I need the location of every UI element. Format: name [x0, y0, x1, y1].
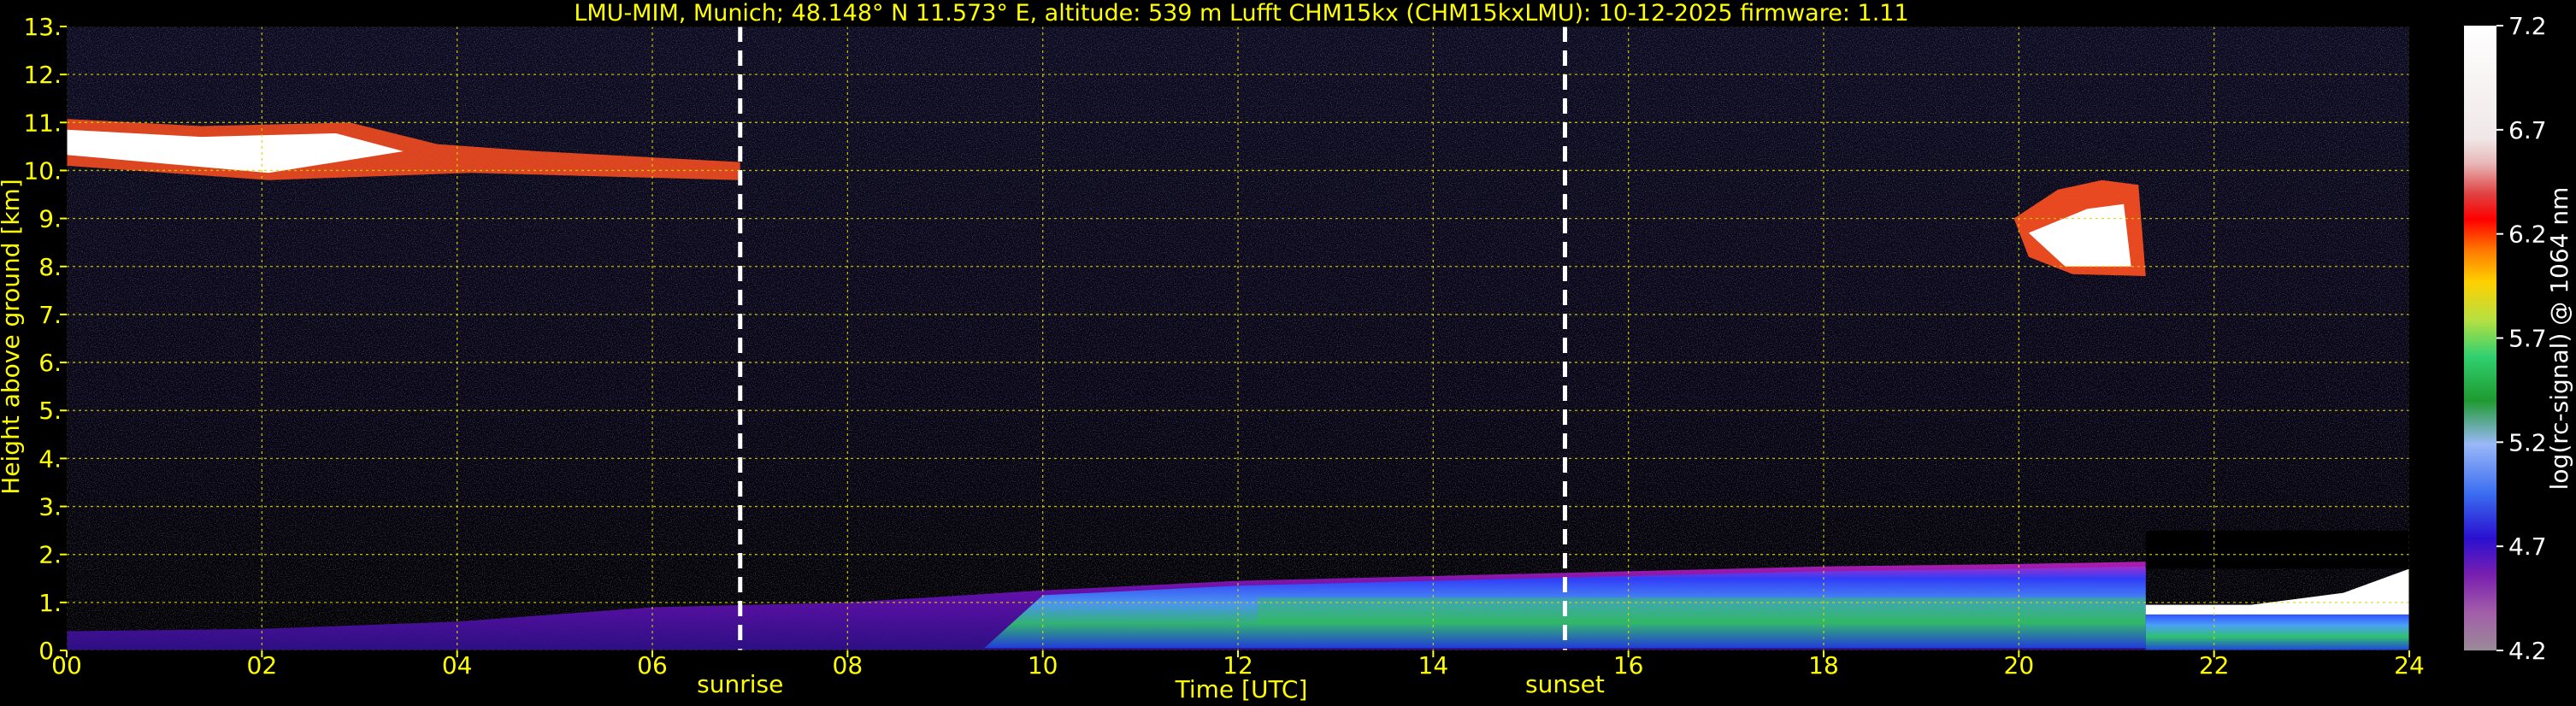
- event-label-sunset: sunset: [1525, 670, 1605, 698]
- event-label-sunrise: sunrise: [697, 670, 783, 698]
- y-tick-label: 9.: [38, 205, 62, 233]
- y-tick-label: 2.: [38, 541, 62, 569]
- x-axis-label: Time [UTC]: [1175, 675, 1308, 703]
- x-tick-label: 04: [442, 651, 473, 680]
- colorbar-tick-label: 4.2: [2508, 637, 2547, 665]
- x-tick-label: 16: [1613, 651, 1644, 680]
- colorbar-tick-label: 4.7: [2508, 532, 2547, 561]
- y-tick-label: 4.: [38, 444, 62, 473]
- colorbar-tick-label: 6.7: [2508, 116, 2547, 144]
- y-tick-label: 8.: [38, 253, 62, 281]
- colorbar-tick-label: 7.2: [2508, 12, 2547, 40]
- x-tick-label: 14: [1418, 651, 1449, 680]
- y-tick-label: 5.: [38, 397, 62, 425]
- aerosol-layer: [1257, 597, 2146, 625]
- y-tick-label: 3.: [38, 493, 62, 521]
- y-tick-label: 12.: [23, 61, 62, 89]
- x-tick-label: 18: [1808, 651, 1839, 680]
- y-axis-label: Height above ground [km]: [0, 179, 25, 495]
- ceilometer-chart: 00 02 04 06 08 10 12 14 16 18 20 22 240.1.2.3.4.5.6.…: [0, 0, 2573, 703]
- colorbar-label: log(rc-signal) @ 1064 nm: [2545, 187, 2573, 491]
- no-signal-above-cloud: [2145, 530, 2409, 569]
- x-tick-label: 20: [2004, 651, 2035, 680]
- x-tick-label: 22: [2199, 651, 2230, 680]
- x-tick-label: 06: [637, 651, 668, 680]
- y-tick-label: 10.: [23, 156, 62, 185]
- x-tick-label: 24: [2394, 651, 2425, 680]
- x-tick-label: 02: [247, 651, 278, 680]
- colorbar-tick-label: 5.7: [2508, 325, 2547, 353]
- y-tick-label: 7.: [38, 301, 62, 329]
- y-tick-label: 6.: [38, 349, 62, 377]
- y-tick-label: 1.: [38, 589, 62, 617]
- colorbar-scale: [2464, 26, 2496, 650]
- colorbar-tick-label: 5.2: [2508, 428, 2547, 456]
- chart-title: LMU-MIM, Munich; 48.148° N 11.573° E, al…: [574, 0, 1908, 26]
- colorbar: 7.2 6.7 6.2 5.7 5.2 4.7 4.2 log(rc-signal) @ 1…: [2464, 12, 2573, 665]
- y-tick-label: 0.: [38, 637, 62, 665]
- plot-area: [67, 26, 2409, 650]
- x-tick-label: 08: [833, 651, 864, 680]
- y-tick-label: 13.: [23, 13, 62, 41]
- colorbar-tick-label: 6.2: [2508, 221, 2547, 249]
- x-tick-label: 10: [1028, 651, 1058, 680]
- y-tick-label: 11.: [23, 109, 62, 137]
